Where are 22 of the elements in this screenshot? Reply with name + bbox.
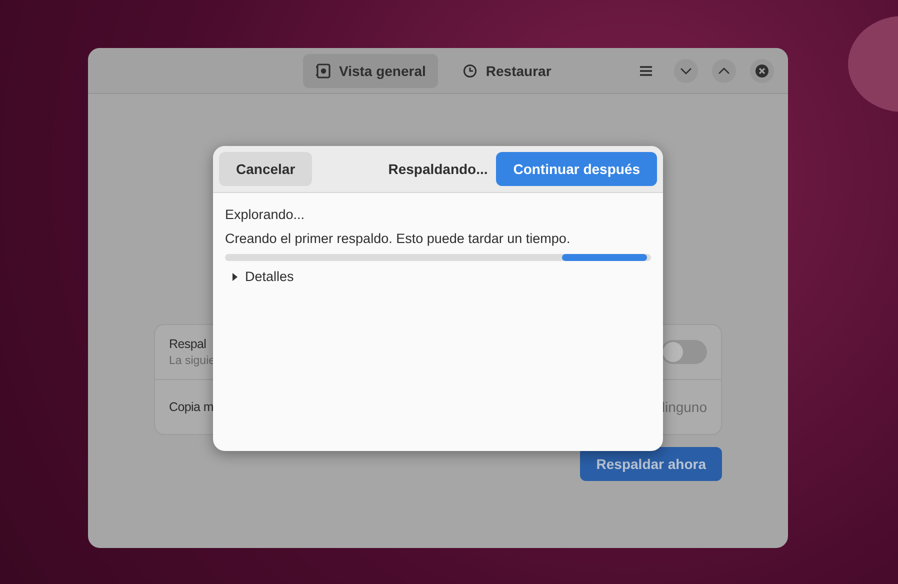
safe-icon — [315, 63, 331, 79]
maximize-button[interactable] — [712, 58, 736, 82]
close-icon — [755, 64, 769, 78]
chevron-up-icon — [718, 66, 730, 74]
expander-arrow-icon — [231, 272, 239, 282]
setting-title: Respal — [169, 337, 208, 351]
continue-later-button[interactable]: Continuar después — [496, 152, 657, 186]
close-button[interactable] — [750, 58, 774, 82]
chevron-down-icon — [680, 66, 692, 74]
view-tab[interactable]: Restaurar — [450, 54, 564, 88]
details-expander[interactable]: Detalles — [225, 269, 294, 284]
setting-value: linguno — [662, 399, 707, 415]
cancel-button[interactable]: Cancelar — [219, 152, 312, 186]
toggle-switch[interactable] — [661, 340, 707, 364]
message-text: Creando el primer respaldo. Esto puede tardar un tiempo. — [225, 231, 570, 246]
view-tab[interactable]: Vista general — [303, 54, 438, 88]
clock-icon — [462, 63, 478, 79]
backup-now-button[interactable]: Respaldar ahora — [580, 447, 722, 481]
dialog-title: Respaldando... — [388, 161, 488, 177]
minimize-button[interactable] — [674, 58, 698, 82]
status-text: Explorando... — [225, 207, 305, 222]
setting-title: Copia m — [169, 400, 214, 414]
